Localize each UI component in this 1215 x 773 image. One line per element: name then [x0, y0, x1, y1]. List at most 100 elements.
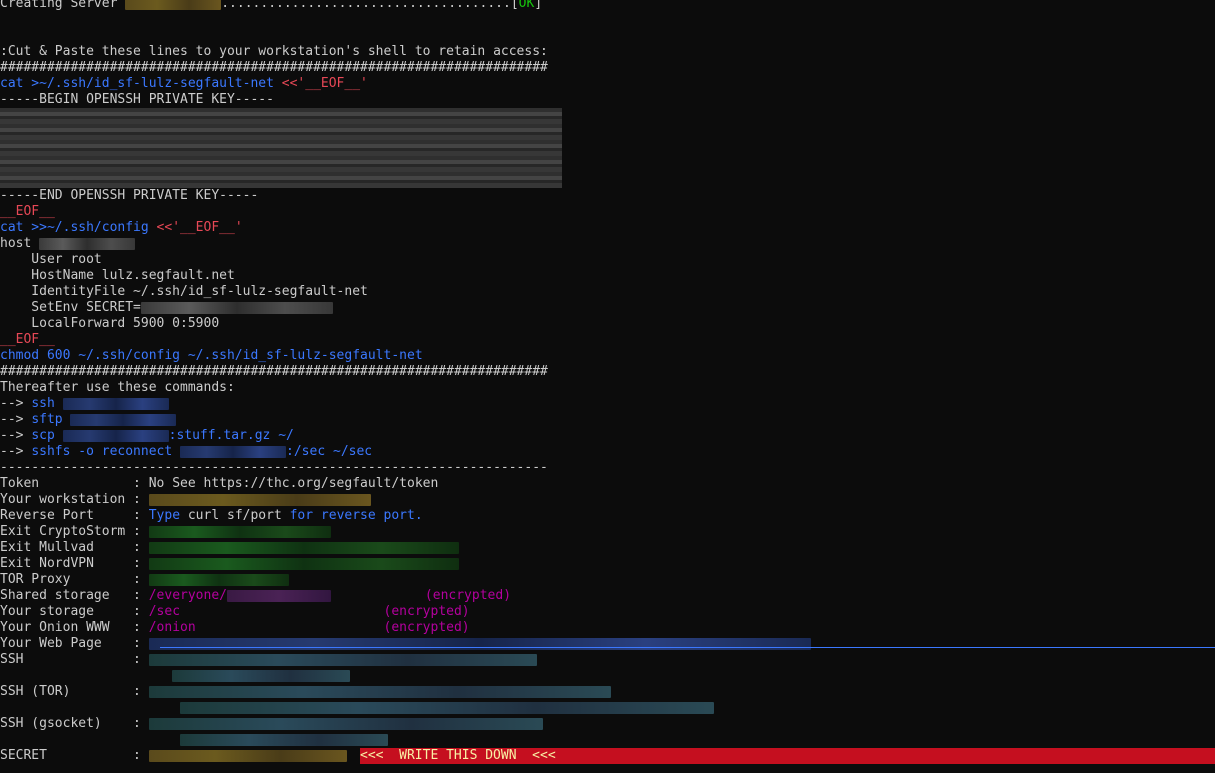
cat-config-command: cat >>~/.ssh/config <<'__EOF__' [0, 220, 1215, 236]
info-webpage: Your Web Page : [0, 636, 1215, 652]
host-label: host [0, 236, 40, 251]
setenv-label: SetEnv SECRET= [0, 300, 141, 315]
encrypted-tag: (encrypted) [383, 620, 470, 635]
info-ssh-cont [0, 668, 1215, 684]
arrow: --> [0, 428, 32, 443]
info-nordvpn: Exit NordVPN : [0, 556, 1215, 572]
ssh-tor-label: SSH (TOR) : [0, 684, 149, 699]
redacted-server-name [125, 0, 222, 10]
bracket-close: ] [534, 0, 543, 11]
redacted-secret [140, 301, 333, 314]
info-token: Token : No See https://thc.org/segfault/… [0, 476, 1215, 492]
ok-status: OK [518, 0, 535, 11]
info-mullvad: Exit Mullvad : [0, 540, 1215, 556]
sshfs-suffix: :/sec ~/sec [286, 444, 373, 459]
reverse-type: Type [148, 508, 188, 523]
ssh-cmd: ssh [31, 396, 55, 411]
mullvad-label: Exit Mullvad : [0, 540, 149, 555]
info-ssh-tor: SSH (TOR) : [0, 684, 1215, 700]
cmd-sshfs: --> sshfs -o reconnect :/sec ~/sec [0, 444, 1215, 460]
encrypted-tag: (encrypted) [383, 604, 470, 619]
config-host: host [0, 236, 1215, 252]
sftp-cmd: sftp [31, 412, 63, 427]
shared-path: /everyone/ [148, 588, 227, 603]
redacted-workstation [148, 493, 371, 506]
reverse-label: Reverse Port : [0, 508, 149, 523]
cmd-scp: --> scp :stuff.tar.gz ~/ [0, 428, 1215, 444]
info-secret: SECRET : <<< WRITE THIS DOWN <<< [0, 748, 1215, 764]
info-ssh-gsocket-cont [0, 732, 1215, 748]
cmd-ssh: --> ssh [0, 396, 1215, 412]
tor-label: TOR Proxy : [0, 572, 149, 587]
cut-paste-instruction: :Cut & Paste these lines to your worksta… [0, 44, 548, 59]
arrow: --> [0, 396, 32, 411]
nordvpn-label: Exit NordVPN : [0, 556, 149, 571]
redacted-ssh-tor [148, 685, 611, 698]
config-localforward: LocalForward 5900 0:5900 [0, 316, 220, 331]
workstation-label: Your workstation : [0, 492, 149, 507]
cat-key-command: cat >~/.ssh/id_sf-lulz-segfault-net <<'_… [0, 76, 1215, 92]
redacted-gsocket [148, 717, 543, 730]
redacted-exit-ip [148, 541, 459, 554]
private-key-block [0, 108, 1215, 188]
redacted-gsocket [180, 733, 389, 746]
write-down-text: <<< WRITE THIS DOWN <<< [360, 748, 556, 763]
info-workstation: Your workstation : [0, 492, 1215, 508]
sshfs-cmd: sshfs -o reconnect [31, 444, 173, 459]
hash-separator: ########################################… [0, 364, 548, 379]
commands-intro: Thereafter use these commands: [0, 380, 235, 395]
dash-separator: ----------------------------------------… [0, 460, 548, 475]
token-label: Token : [0, 476, 149, 491]
ssh-label: SSH : [0, 652, 149, 667]
redacted-exit-ip [148, 525, 331, 538]
secret-label: SECRET : [0, 748, 149, 763]
redacted-exit-ip [148, 557, 459, 570]
progress-dots: .....................................[ [221, 0, 519, 11]
redacted-ssh [172, 669, 351, 682]
redacted-tor [148, 573, 289, 586]
redacted-secret [148, 749, 347, 762]
arrow: --> [0, 412, 32, 427]
storage-label: Your storage : [0, 604, 149, 619]
heredoc-marker: <<'__EOF__' [156, 220, 243, 235]
hash-separator: ########################################… [0, 60, 548, 75]
scp-suffix: :stuff.tar.gz ~/ [168, 428, 294, 443]
scp-cmd: scp [31, 428, 55, 443]
config-hostname: HostName lulz.segfault.net [0, 268, 235, 283]
heredoc-marker: <<'__EOF__' [281, 76, 368, 91]
info-ssh-gsocket: SSH (gsocket) : [0, 716, 1215, 732]
onion-label: Your Onion WWW : [0, 620, 149, 635]
redacted-private-key [0, 108, 562, 188]
cmd-sftp: --> sftp [0, 412, 1215, 428]
config-setenv: SetEnv SECRET= [0, 300, 1215, 316]
config-identity: IdentityFile ~/.ssh/id_sf-lulz-segfault-… [0, 284, 368, 299]
redacted-host [62, 429, 169, 442]
cat-key-text: cat >~/.ssh/id_sf-lulz-segfault-net [0, 76, 282, 91]
redacted-path [227, 589, 331, 602]
redacted-host [62, 397, 169, 410]
eof-marker: __EOF__ [0, 332, 55, 347]
reverse-rest: for reverse port. [281, 508, 423, 523]
eof-marker: __EOF__ [0, 204, 55, 219]
token-value: No See https://thc.org/segfault/token [148, 476, 439, 491]
shared-label: Shared storage : [0, 588, 149, 603]
onion-path: /onion [148, 620, 196, 635]
terminal-output[interactable]: Creating Server ........................… [0, 0, 1215, 764]
selection-underline [160, 647, 1215, 648]
encrypted-tag: (encrypted) [424, 588, 512, 603]
redacted-ssh-tor [180, 701, 715, 714]
info-shared-storage: Shared storage : /everyone/ (encrypted) [0, 588, 1215, 604]
info-onion: Your Onion WWW : /onion (encrypted) [0, 620, 1215, 636]
info-tor: TOR Proxy : [0, 572, 1215, 588]
arrow: --> [0, 444, 32, 459]
info-ssh-tor-cont [0, 700, 1215, 716]
redacted-host [39, 237, 136, 250]
webpage-label: Your Web Page : [0, 636, 149, 651]
redacted-ssh [148, 653, 537, 666]
redacted-host [180, 445, 287, 458]
chmod-command: chmod 600 ~/.ssh/config ~/.ssh/id_sf-lul… [0, 348, 423, 363]
reverse-cmd: curl sf/port [187, 508, 282, 523]
info-cryptostorm: Exit CryptoStorm : [0, 524, 1215, 540]
config-user: User root [0, 252, 102, 267]
